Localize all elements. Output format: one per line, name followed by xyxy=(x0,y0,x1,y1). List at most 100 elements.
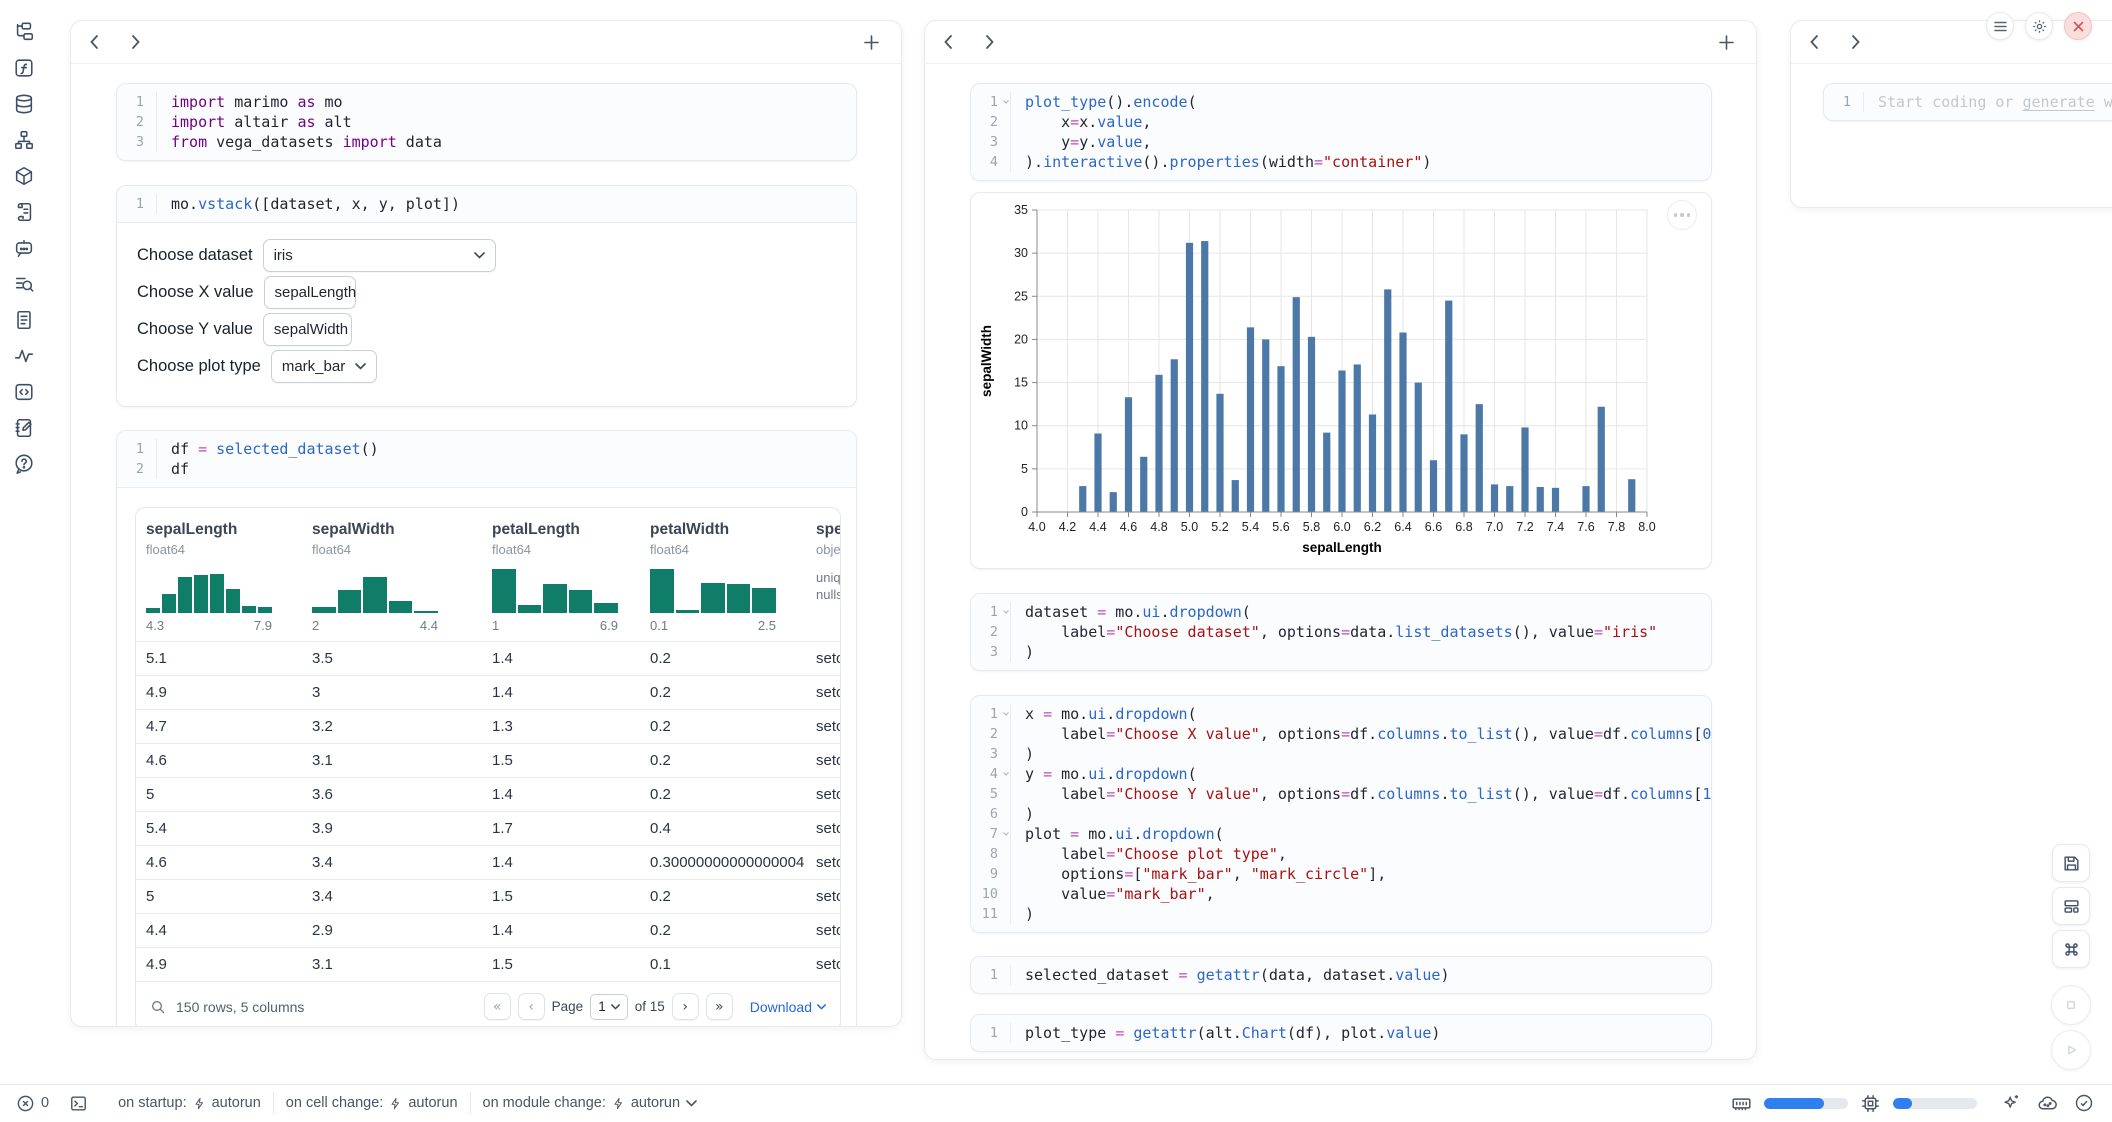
table-row: 4.42.91.40.2setosa xyxy=(136,913,841,947)
column-header-sepalLength[interactable]: sepalLengthfloat644.37.9 xyxy=(136,521,302,641)
connection-status-button[interactable] xyxy=(2072,1091,2096,1115)
sidebar-code-snippets-button[interactable] xyxy=(12,380,36,404)
code-line[interactable]: ) xyxy=(1011,642,1034,662)
panel-mid-prev-button[interactable] xyxy=(941,32,955,52)
code-line[interactable]: ) xyxy=(1011,804,1034,824)
fold-chevron-icon[interactable] xyxy=(1002,608,1010,616)
column-header-petalLength[interactable]: petalLengthfloat6416.9 xyxy=(482,521,640,641)
menu-button[interactable] xyxy=(1986,12,2014,40)
choose-y-value-select[interactable]: sepalWidth xyxy=(263,313,352,346)
search-icon[interactable] xyxy=(150,999,166,1015)
sidebar-database-button[interactable] xyxy=(12,92,36,116)
panel-mid-add-cell-button[interactable] xyxy=(1713,34,1740,51)
panel-left-add-cell-button[interactable] xyxy=(858,34,885,51)
close-panel-button[interactable] xyxy=(2064,12,2092,40)
stop-button[interactable] xyxy=(2051,985,2091,1025)
code-line[interactable]: value="mark_bar", xyxy=(1011,884,1215,904)
code-line[interactable]: y=y.value, xyxy=(1011,132,1151,152)
fold-chevron-icon[interactable] xyxy=(1002,770,1010,778)
column-header-species[interactable]: speciesobjectunique:nulls: xyxy=(806,521,841,641)
bar-chart[interactable]: 4.04.24.44.64.85.05.25.45.65.86.06.26.46… xyxy=(971,193,1711,568)
code-line[interactable]: import altair as alt xyxy=(157,112,352,132)
settings-button[interactable] xyxy=(2025,12,2053,40)
sidebar-help-question-button[interactable] xyxy=(12,452,36,476)
code-line[interactable]: import marimo as mo xyxy=(157,92,343,112)
save-button[interactable] xyxy=(2052,844,2090,882)
fold-chevron-icon[interactable] xyxy=(1002,98,1010,106)
line-number: 9 xyxy=(971,864,1011,884)
column-header-petalWidth[interactable]: petalWidthfloat640.12.5 xyxy=(640,521,806,641)
empty-code-cell[interactable]: 1 Start coding or generate with AI xyxy=(1823,83,2112,121)
sidebar-dependency-graph-button[interactable] xyxy=(12,128,36,152)
sidebar-chat-assistant-button[interactable] xyxy=(12,236,36,260)
panel-left-prev-button[interactable] xyxy=(87,32,101,52)
code-line[interactable]: y = mo.ui.dropdown( xyxy=(1011,764,1197,784)
choose-dataset-select[interactable]: iris xyxy=(263,239,496,272)
sidebar-math-function-button[interactable] xyxy=(12,56,36,80)
code-line[interactable]: ) xyxy=(1011,904,1034,924)
code-cell-imports[interactable]: 1import marimo as mo2import altair as al… xyxy=(116,83,857,161)
fold-chevron-icon[interactable] xyxy=(1002,830,1010,838)
download-button[interactable]: Download xyxy=(750,999,826,1015)
code-line[interactable]: x = mo.ui.dropdown( xyxy=(1011,704,1197,724)
next-page-button[interactable]: › xyxy=(672,993,699,1020)
chart-menu-button[interactable] xyxy=(1667,200,1697,230)
runtime-button[interactable] xyxy=(2035,1091,2060,1116)
last-page-button[interactable]: » xyxy=(706,993,733,1020)
panel-right-next-button[interactable] xyxy=(1849,32,1863,52)
code-cell-xy-plot-dropdowns[interactable]: 1x = mo.ui.dropdown(2 label="Choose X va… xyxy=(970,695,1712,933)
code-line[interactable]: label="Choose dataset", options=data.lis… xyxy=(1011,622,1657,642)
code-cell-plot-encode[interactable]: 1plot_type().encode(2 x=x.value,3 y=y.va… xyxy=(970,83,1712,181)
choose-x-value-select[interactable]: sepalLength xyxy=(264,276,356,309)
prev-page-button[interactable]: ‹ xyxy=(518,993,545,1020)
panel-left-next-button[interactable] xyxy=(129,32,143,52)
generate-link[interactable]: generate xyxy=(2023,93,2095,111)
page-select[interactable]: 1 xyxy=(590,994,628,1020)
table-cell: 4.9 xyxy=(136,684,302,701)
code-line[interactable]: plot_type = getattr(alt.Chart(df), plot.… xyxy=(1011,1023,1440,1043)
code-line[interactable]: dataset = mo.ui.dropdown( xyxy=(1011,602,1251,622)
code-line[interactable]: x=x.value, xyxy=(1011,112,1151,132)
code-line[interactable]: selected_dataset = getattr(data, dataset… xyxy=(1011,965,1449,985)
sidebar-tracing-pulse-button[interactable] xyxy=(12,344,36,368)
errors-indicator[interactable]: 0 xyxy=(16,1094,49,1113)
code-cell-selected-dataset[interactable]: 1selected_dataset = getattr(data, datase… xyxy=(970,956,1712,994)
sidebar-package-cube-button[interactable] xyxy=(12,164,36,188)
runtime-config-1[interactable]: on cell change:autorun xyxy=(278,1095,466,1111)
code-cell-plot-type[interactable]: 1plot_type = getattr(alt.Chart(df), plot… xyxy=(970,1014,1712,1052)
run-button[interactable] xyxy=(2051,1030,2091,1070)
code-line[interactable]: label="Choose Y value", options=df.colum… xyxy=(1011,784,1712,804)
code-line[interactable]: from vega_datasets import data xyxy=(157,132,442,152)
code-cell-dataset-dropdown[interactable]: 1dataset = mo.ui.dropdown(2 label="Choos… xyxy=(970,593,1712,671)
sidebar-logs-search-button[interactable] xyxy=(12,272,36,296)
svg-text:5: 5 xyxy=(1021,462,1028,476)
code-line[interactable]: df xyxy=(157,459,189,479)
code-line[interactable]: label="Choose X value", options=df.colum… xyxy=(1011,724,1712,744)
code-line[interactable]: mo.vstack([dataset, x, y, plot]) xyxy=(157,194,460,214)
code-line[interactable]: ) xyxy=(1011,744,1034,764)
panel-right-prev-button[interactable] xyxy=(1807,32,1821,52)
sidebar-file-tree-button[interactable] xyxy=(12,20,36,44)
code-cell-dataframe[interactable]: 1df = selected_dataset()2df sepalLengthf… xyxy=(116,430,857,1027)
code-line[interactable]: options=["mark_bar", "mark_circle"], xyxy=(1011,864,1386,884)
fold-chevron-icon[interactable] xyxy=(1002,710,1010,718)
code-cell-vstack[interactable]: 1mo.vstack([dataset, x, y, plot]) Choose… xyxy=(116,185,857,407)
code-line[interactable]: label="Choose plot type", xyxy=(1011,844,1287,864)
first-page-button[interactable]: « xyxy=(484,993,511,1020)
terminal-button[interactable] xyxy=(67,1092,90,1115)
code-line[interactable]: df = selected_dataset() xyxy=(157,439,379,459)
column-header-sepalWidth[interactable]: sepalWidthfloat6424.4 xyxy=(302,521,482,641)
sidebar-scratchpad-button[interactable] xyxy=(12,416,36,440)
runtime-config-2[interactable]: on module change:autorun xyxy=(475,1095,706,1111)
layout-button[interactable] xyxy=(2052,887,2090,925)
ai-assistant-button[interactable] xyxy=(1999,1091,2023,1115)
code-line[interactable]: ).interactive().properties(width="contai… xyxy=(1011,152,1431,172)
runtime-config-0[interactable]: on startup:autorun xyxy=(110,1095,269,1111)
sidebar-script-scroll-button[interactable] xyxy=(12,200,36,224)
panel-mid-next-button[interactable] xyxy=(983,32,997,52)
code-line[interactable]: plot_type().encode( xyxy=(1011,92,1197,112)
command-palette-button[interactable] xyxy=(2052,930,2090,968)
code-line[interactable]: plot = mo.ui.dropdown( xyxy=(1011,824,1224,844)
sidebar-documentation-file-button[interactable] xyxy=(12,308,36,332)
choose-plot-type-select[interactable]: mark_bar xyxy=(271,350,377,383)
